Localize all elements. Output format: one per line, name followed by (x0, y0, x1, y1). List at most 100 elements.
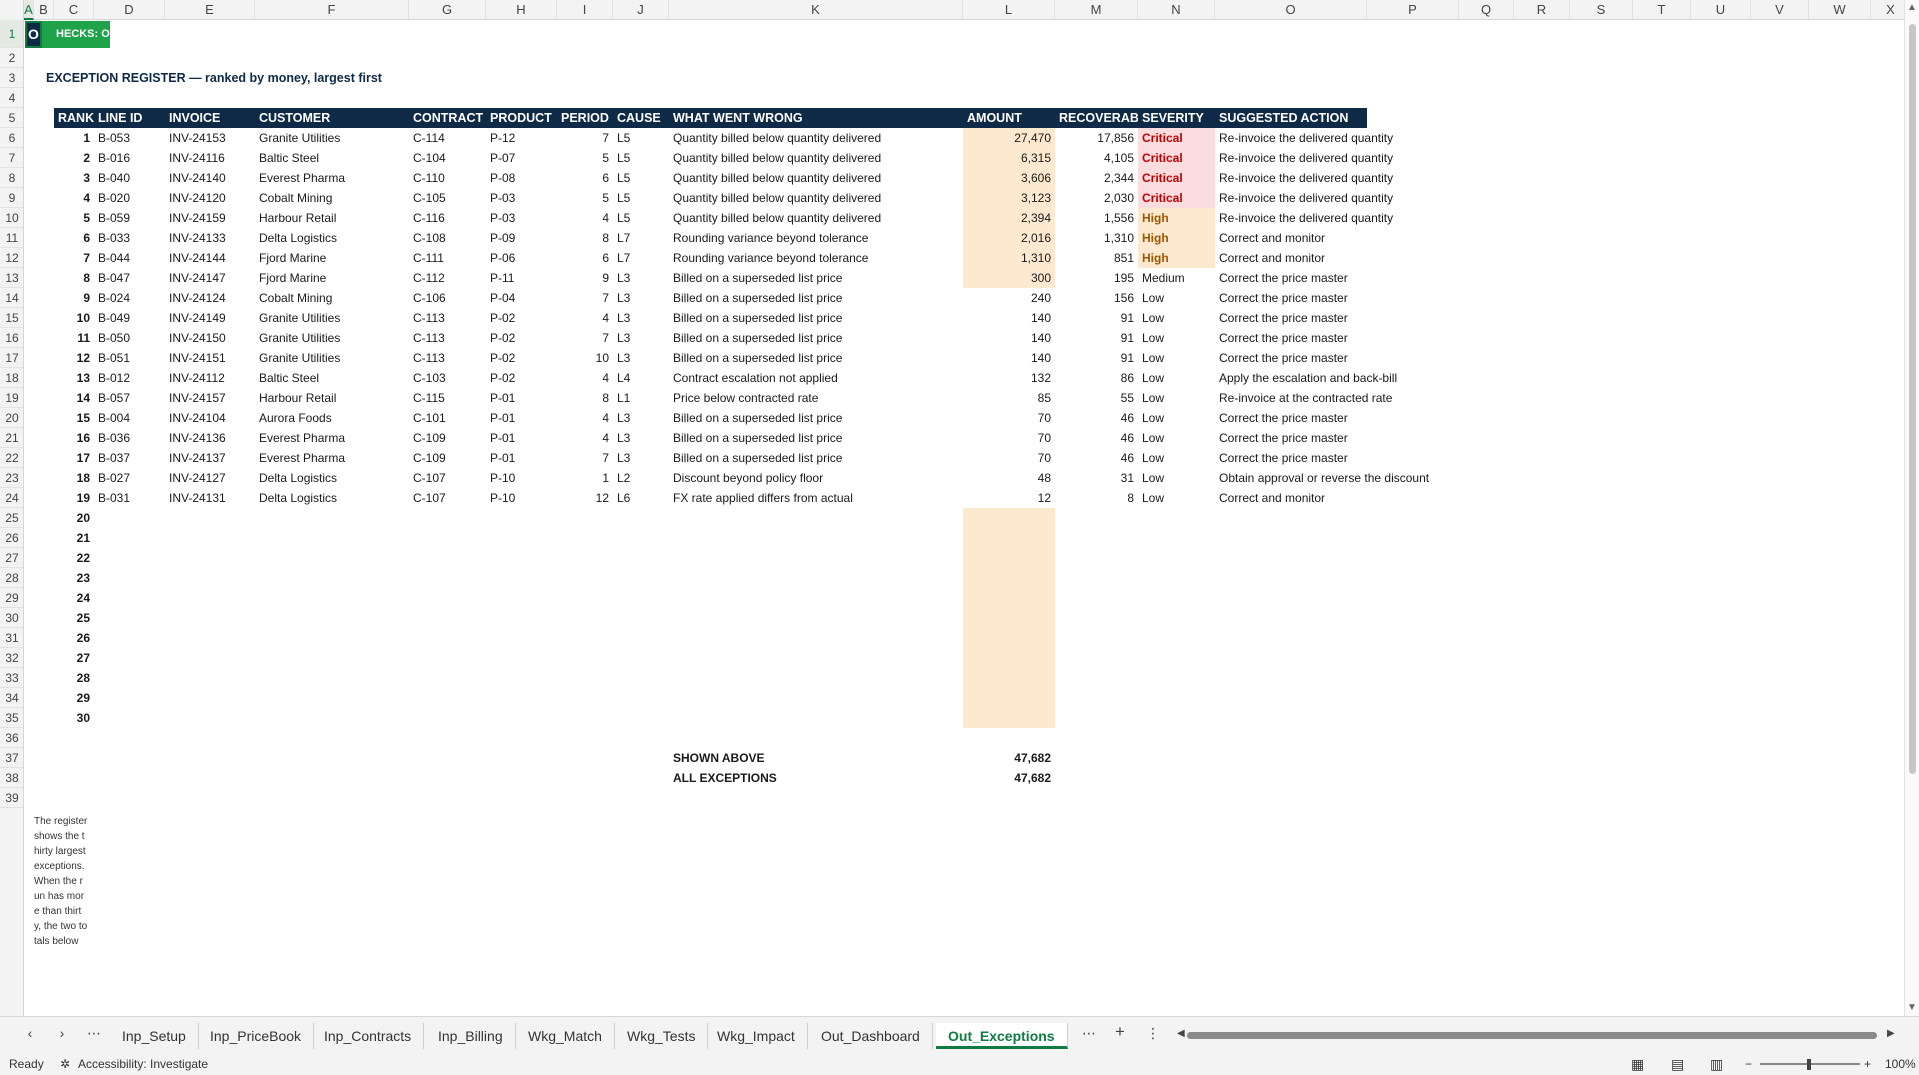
column-header-d[interactable]: D (94, 0, 165, 20)
tab-wkg-match[interactable]: Wkg_Match (516, 1023, 615, 1049)
accessibility-status[interactable]: Accessibility: Investigate (78, 1054, 208, 1075)
row-header-21[interactable]: 21 (0, 428, 23, 448)
page-layout-icon[interactable]: ▤ (1671, 1054, 1684, 1075)
row-header-19[interactable]: 19 (0, 388, 23, 408)
column-header-j[interactable]: J (613, 0, 669, 20)
row-header-2[interactable]: 2 (0, 48, 23, 68)
vertical-scrollbar[interactable]: ▲ ▼ (1904, 0, 1919, 1016)
tab-out-exceptions[interactable]: Out_Exceptions (936, 1023, 1068, 1049)
more-sheets-icon[interactable]: ⋯ (1079, 1025, 1099, 1042)
column-header-t[interactable]: T (1633, 0, 1691, 20)
row-header-15[interactable]: 15 (0, 308, 23, 328)
row-header-17[interactable]: 17 (0, 348, 23, 368)
row-header-38[interactable]: 38 (0, 768, 23, 788)
row-header-18[interactable]: 18 (0, 368, 23, 388)
column-header-k[interactable]: K (669, 0, 963, 20)
column-header-o[interactable]: O (1215, 0, 1367, 20)
column-header-p[interactable]: P (1367, 0, 1459, 20)
row-header-27[interactable]: 27 (0, 548, 23, 568)
row-header-26[interactable]: 26 (0, 528, 23, 548)
column-header-u[interactable]: U (1691, 0, 1751, 20)
column-header-a[interactable]: A (24, 0, 34, 20)
row-header-22[interactable]: 22 (0, 448, 23, 468)
row-header-23[interactable]: 23 (0, 468, 23, 488)
tab-more-icon[interactable]: ⋯ (84, 1025, 104, 1042)
tab-inp-pricebook[interactable]: Inp_PriceBook (198, 1023, 315, 1049)
row-header-39[interactable]: 39 (0, 788, 23, 808)
sheet-options-icon[interactable]: ⋮ (1143, 1025, 1163, 1042)
row-header-28[interactable]: 28 (0, 568, 23, 588)
row-header-34[interactable]: 34 (0, 688, 23, 708)
column-header-q[interactable]: Q (1459, 0, 1514, 20)
tab-inp-billing[interactable]: Inp_Billing (426, 1023, 516, 1049)
vertical-scroll-thumb[interactable] (1909, 24, 1916, 774)
scroll-down-icon[interactable]: ▼ (1907, 1002, 1917, 1013)
column-header-h[interactable]: H (486, 0, 557, 20)
row-header-11[interactable]: 11 (0, 228, 23, 248)
tab-wkg-tests[interactable]: Wkg_Tests (615, 1023, 709, 1049)
zoom-slider-thumb[interactable] (1807, 1059, 1811, 1070)
scroll-right-icon[interactable]: ▶ (1887, 1028, 1895, 1039)
register-note: The register shows the thirty largest ex… (34, 816, 88, 947)
row-header-33[interactable]: 33 (0, 668, 23, 688)
row-header-20[interactable]: 20 (0, 408, 23, 428)
column-header-r[interactable]: R (1514, 0, 1570, 20)
row-header-9[interactable]: 9 (0, 188, 23, 208)
scroll-left-icon[interactable]: ◀ (1177, 1028, 1185, 1039)
column-header-e[interactable]: E (165, 0, 255, 20)
row-header-8[interactable]: 8 (0, 168, 23, 188)
column-header-f[interactable]: F (255, 0, 409, 20)
horizontal-scrollbar[interactable]: ◀ ▶ (1177, 1028, 1899, 1041)
column-header-m[interactable]: M (1055, 0, 1138, 20)
row-header-6[interactable]: 6 (0, 128, 23, 148)
column-header-c[interactable]: C (54, 0, 94, 20)
row-header-36[interactable]: 36 (0, 728, 23, 748)
tab-prev-icon[interactable]: ‹ (20, 1025, 40, 1041)
column-header-g[interactable]: G (409, 0, 486, 20)
zoom-out-icon[interactable]: − (1745, 1054, 1752, 1075)
active-cell[interactable]: O (25, 21, 42, 48)
select-all-corner[interactable] (0, 0, 24, 20)
column-header-b[interactable]: B (34, 0, 54, 20)
horizontal-scroll-thumb[interactable] (1187, 1032, 1877, 1039)
row-header-13[interactable]: 13 (0, 268, 23, 288)
normal-view-icon[interactable]: ▦ (1631, 1054, 1644, 1075)
tab-out-dashboard[interactable]: Out_Dashboard (809, 1023, 933, 1049)
tab-inp-contracts[interactable]: Inp_Contracts (312, 1023, 425, 1049)
row-header-35[interactable]: 35 (0, 708, 23, 728)
row-header-30[interactable]: 30 (0, 608, 23, 628)
row-header-5[interactable]: 5 (0, 108, 23, 128)
row-header-29[interactable]: 29 (0, 588, 23, 608)
row-header-12[interactable]: 12 (0, 248, 23, 268)
line-id-cell: B-050 (98, 331, 131, 345)
row-header-1[interactable]: 1 (0, 20, 23, 48)
zoom-level[interactable]: 100% (1885, 1054, 1916, 1075)
tab-next-icon[interactable]: › (52, 1025, 72, 1041)
column-header-v[interactable]: V (1751, 0, 1809, 20)
row-header-10[interactable]: 10 (0, 208, 23, 228)
zoom-in-icon[interactable]: + (1864, 1054, 1871, 1075)
row-header-24[interactable]: 24 (0, 488, 23, 508)
column-header-l[interactable]: L (963, 0, 1055, 20)
invoice-cell: INV-24116 (169, 151, 225, 165)
row-header-14[interactable]: 14 (0, 288, 23, 308)
row-header-16[interactable]: 16 (0, 328, 23, 348)
column-header-s[interactable]: S (1570, 0, 1633, 20)
row-header-31[interactable]: 31 (0, 628, 23, 648)
page-break-icon[interactable]: ▥ (1710, 1054, 1723, 1075)
column-header-n[interactable]: N (1138, 0, 1215, 20)
row-header-4[interactable]: 4 (0, 88, 23, 108)
tab-inp-setup[interactable]: Inp_Setup (110, 1023, 199, 1049)
column-header-i[interactable]: I (557, 0, 613, 20)
scroll-up-icon[interactable]: ▲ (1907, 2, 1917, 13)
row-header-3[interactable]: 3 (0, 68, 23, 88)
row-header-7[interactable]: 7 (0, 148, 23, 168)
add-sheet-icon[interactable]: + (1110, 1022, 1130, 1042)
worksheet-grid[interactable]: EXCEPTION REGISTER — ranked by money, la… (24, 20, 1904, 1016)
column-header-w[interactable]: W (1809, 0, 1871, 20)
tab-wkg-impact[interactable]: Wkg_Impact (705, 1023, 808, 1049)
accessibility-icon[interactable]: ✲ (60, 1054, 70, 1075)
row-header-32[interactable]: 32 (0, 648, 23, 668)
row-header-25[interactable]: 25 (0, 508, 23, 528)
row-header-37[interactable]: 37 (0, 748, 23, 768)
